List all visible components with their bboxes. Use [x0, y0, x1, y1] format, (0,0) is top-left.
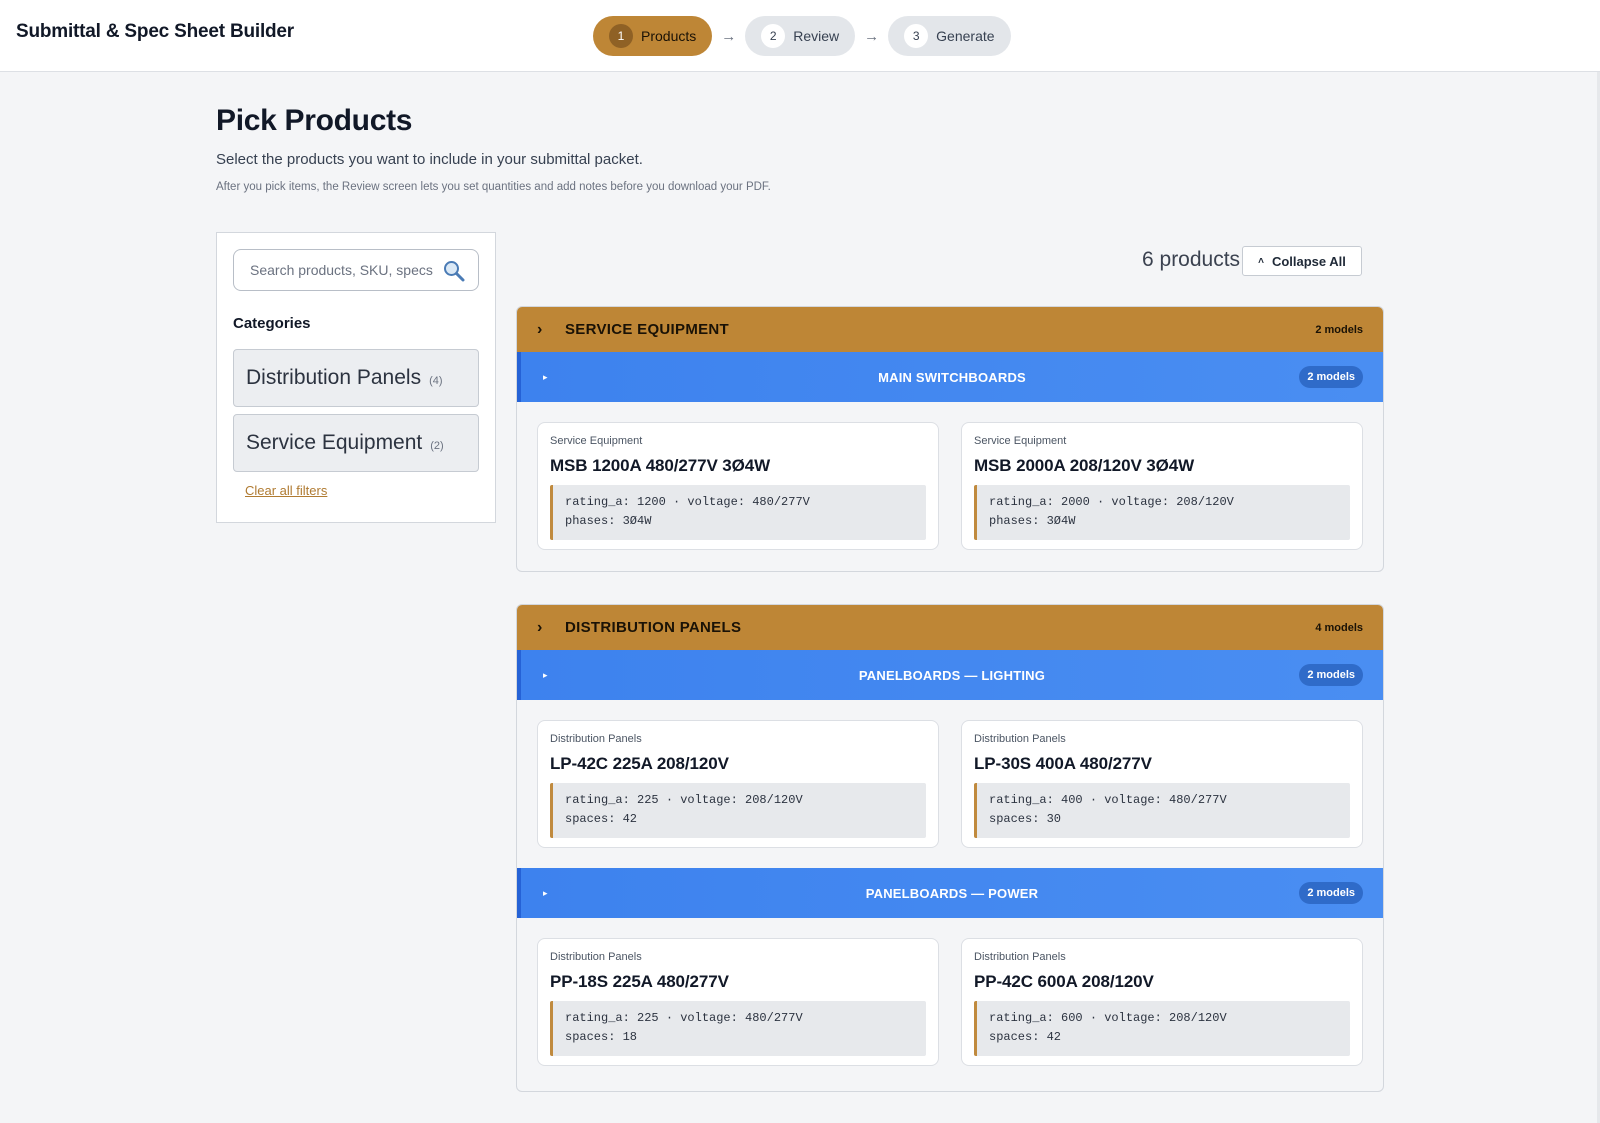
search-box	[233, 249, 479, 291]
card-specs: rating_a: 225 · voltage: 480/277V spaces…	[550, 1001, 926, 1056]
step-number: 2	[761, 24, 786, 48]
step-label: Review	[793, 28, 840, 44]
category-group-distribution-panels: › DISTRIBUTION PANELS 4 models ▸ PANELBO…	[516, 604, 1384, 1092]
card-category: Distribution Panels	[550, 951, 642, 963]
page-subtitle: Select the products you want to include …	[216, 151, 643, 168]
chevron-right-icon: ›	[537, 320, 543, 338]
model-count-badge: 2 models	[1299, 882, 1363, 904]
app-title: Submittal & Spec Sheet Builder	[16, 21, 294, 42]
card-title: MSB 2000A 208/120V 3Ø4W	[974, 456, 1195, 475]
step-label: Products	[641, 28, 697, 44]
spec-line: rating_a: 2000 · voltage: 208/120V	[989, 495, 1234, 509]
spec-line: rating_a: 1200 · voltage: 480/277V	[565, 495, 810, 509]
step-arrow-icon: →	[721, 27, 737, 45]
categories-heading: Categories	[233, 315, 311, 332]
model-count-badge: 2 models	[1299, 366, 1363, 388]
triangle-right-icon: ▸	[543, 669, 548, 680]
step-number: 3	[904, 24, 929, 48]
spec-line: spaces: 30	[989, 812, 1062, 826]
spec-line: spaces: 42	[989, 1030, 1062, 1044]
search-icon[interactable]	[442, 259, 466, 283]
model-count: 4 models	[1315, 621, 1363, 634]
product-card[interactable]: Distribution Panels PP-18S 225A 480/277V…	[537, 938, 939, 1066]
card-category: Distribution Panels	[974, 951, 1066, 963]
category-label: Service Equipment	[246, 431, 423, 454]
product-card[interactable]: Service Equipment MSB 1200A 480/277V 3Ø4…	[537, 422, 939, 550]
category-name: DISTRIBUTION PANELS	[565, 619, 742, 636]
step-review[interactable]: 2 Review	[745, 16, 856, 56]
card-category: Distribution Panels	[974, 733, 1066, 745]
chevron-up-icon: ˄	[1258, 255, 1264, 267]
search-input[interactable]	[234, 250, 438, 290]
category-label: Distribution Panels	[246, 366, 422, 389]
filter-sidebar: Categories Distribution Panels (4) Servi…	[216, 232, 496, 523]
page-hint: After you pick items, the Review screen …	[216, 181, 771, 193]
card-category: Service Equipment	[974, 435, 1067, 447]
card-title: PP-18S 225A 480/277V	[550, 972, 729, 991]
spec-line: rating_a: 225 · voltage: 208/120V	[565, 793, 803, 807]
product-card-list: Distribution Panels PP-18S 225A 480/277V…	[517, 918, 1383, 1086]
category-count: (2)	[430, 440, 444, 452]
subcategory-header[interactable]: ▸ PANELBOARDS — LIGHTING 2 models	[517, 650, 1383, 700]
spec-line: phases: 3Ø4W	[989, 514, 1076, 528]
category-filter-distribution-panels[interactable]: Distribution Panels (4)	[233, 349, 479, 407]
category-count: (4)	[429, 375, 443, 387]
category-header[interactable]: › DISTRIBUTION PANELS 4 models	[517, 605, 1383, 650]
triangle-right-icon: ▸	[543, 371, 548, 382]
spec-line: rating_a: 400 · voltage: 480/277V	[989, 793, 1227, 807]
model-count-badge: 2 models	[1299, 664, 1363, 686]
subcategory-header[interactable]: ▸ MAIN SWITCHBOARDS 2 models	[517, 352, 1383, 402]
step-number: 1	[609, 24, 633, 48]
card-specs: rating_a: 400 · voltage: 480/277V spaces…	[974, 783, 1350, 838]
category-header[interactable]: › SERVICE EQUIPMENT 2 models	[517, 307, 1383, 352]
subcategory-name: PANELBOARDS — LIGHTING	[858, 667, 1046, 683]
card-title: LP-42C 225A 208/120V	[550, 754, 729, 773]
product-card[interactable]: Service Equipment MSB 2000A 208/120V 3Ø4…	[961, 422, 1363, 550]
spec-line: rating_a: 600 · voltage: 208/120V	[989, 1011, 1227, 1025]
clear-filters-link[interactable]: Clear all filters	[245, 483, 327, 498]
triangle-right-icon: ▸	[543, 887, 548, 898]
step-products[interactable]: 1 Products	[593, 16, 713, 56]
card-title: LP-30S 400A 480/277V	[974, 754, 1152, 773]
product-card-list: Service Equipment MSB 1200A 480/277V 3Ø4…	[517, 402, 1383, 570]
card-title: MSB 1200A 480/277V 3Ø4W	[550, 456, 771, 475]
page-title: Pick Products	[216, 104, 413, 137]
step-label: Generate	[936, 28, 995, 44]
stepper: 1 Products → 2 Review → 3 Generate	[593, 16, 1011, 56]
card-category: Distribution Panels	[550, 733, 642, 745]
subcategory-name: MAIN SWITCHBOARDS	[878, 369, 1026, 385]
subcategory-header[interactable]: ▸ PANELBOARDS — POWER 2 models	[517, 868, 1383, 918]
spec-line: rating_a: 225 · voltage: 480/277V	[565, 1011, 803, 1025]
card-specs: rating_a: 225 · voltage: 208/120V spaces…	[550, 783, 926, 838]
product-count: 6 products	[1142, 248, 1241, 271]
step-generate[interactable]: 3 Generate	[888, 16, 1011, 56]
card-title: PP-42C 600A 208/120V	[974, 972, 1154, 991]
card-specs: rating_a: 600 · voltage: 208/120V spaces…	[974, 1001, 1350, 1056]
spec-line: spaces: 42	[565, 812, 638, 826]
subcategory-name: PANELBOARDS — POWER	[865, 885, 1039, 901]
chevron-right-icon: ›	[537, 618, 543, 636]
card-specs: rating_a: 2000 · voltage: 208/120V phase…	[974, 485, 1350, 540]
spec-line: phases: 3Ø4W	[565, 514, 652, 528]
category-name: SERVICE EQUIPMENT	[565, 321, 730, 338]
collapse-all-label: Collapse All	[1271, 253, 1346, 269]
spec-line: spaces: 18	[565, 1030, 638, 1044]
step-arrow-icon: →	[864, 27, 880, 45]
collapse-all-button[interactable]: ˄ Collapse All	[1242, 246, 1362, 276]
product-card-list: Distribution Panels LP-42C 225A 208/120V…	[517, 700, 1383, 868]
top-bar: Submittal & Spec Sheet Builder 1 Product…	[0, 0, 1600, 72]
category-group-service-equipment: › SERVICE EQUIPMENT 2 models ▸ MAIN SWIT…	[516, 306, 1384, 572]
product-card[interactable]: Distribution Panels LP-30S 400A 480/277V…	[961, 720, 1363, 848]
model-count: 2 models	[1315, 323, 1363, 336]
category-filter-service-equipment[interactable]: Service Equipment (2)	[233, 414, 479, 472]
product-card[interactable]: Distribution Panels LP-42C 225A 208/120V…	[537, 720, 939, 848]
card-specs: rating_a: 1200 · voltage: 480/277V phase…	[550, 485, 926, 540]
card-category: Service Equipment	[550, 435, 643, 447]
product-card[interactable]: Distribution Panels PP-42C 600A 208/120V…	[961, 938, 1363, 1066]
